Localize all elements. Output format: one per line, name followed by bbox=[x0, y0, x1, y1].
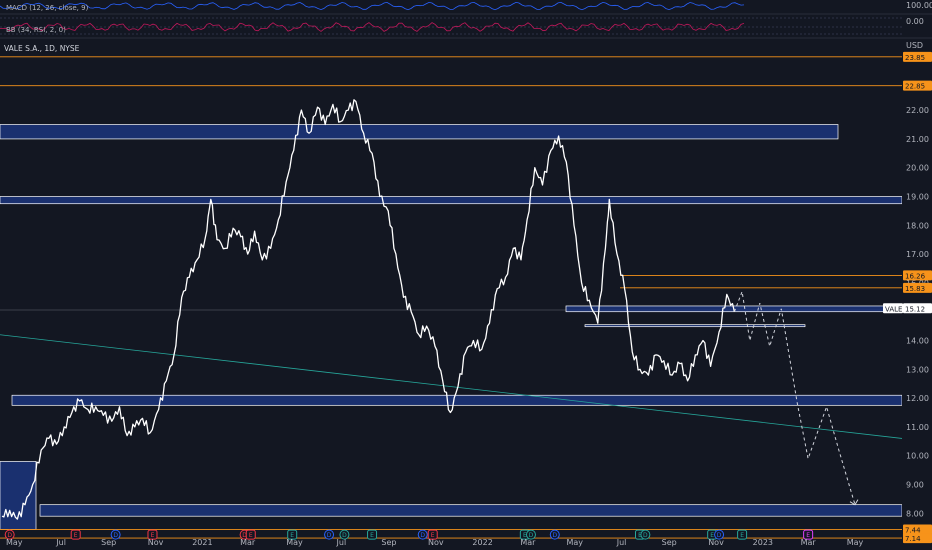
indicator-panes bbox=[0, 0, 932, 311]
price-tick-label: 14.00 bbox=[906, 337, 929, 346]
event-marker-label: D bbox=[327, 532, 332, 539]
time-tick-label: Mar bbox=[801, 538, 817, 547]
time-tick-label: May bbox=[6, 538, 23, 547]
price-tag-label: 15.83 bbox=[905, 285, 925, 293]
time-tick-label: Jul bbox=[616, 538, 627, 547]
price-tick-label: 12.00 bbox=[906, 394, 929, 403]
rsi-legend[interactable]: BB (34, RSI, 2, 0) bbox=[6, 26, 66, 34]
event-marker-label: E bbox=[740, 532, 744, 539]
symbol-tag-label: VALE bbox=[885, 305, 902, 313]
zone-19 bbox=[0, 196, 903, 205]
time-tick-label: Sep bbox=[381, 538, 396, 547]
price-tick-label: 17.00 bbox=[906, 250, 929, 259]
macd-legend[interactable]: MACD (12, 26, close, 9) bbox=[6, 4, 89, 12]
rsi-pane bbox=[0, 15, 902, 37]
time-tick-label: Mar bbox=[240, 538, 256, 547]
zone-8 bbox=[39, 504, 903, 517]
price-tick-label: 11.00 bbox=[906, 423, 929, 432]
time-tick-label: Nov bbox=[708, 538, 724, 547]
event-marker-label: E bbox=[74, 532, 78, 539]
time-tick-label: 2023 bbox=[753, 538, 773, 547]
time-tick-label: May bbox=[286, 538, 303, 547]
price-tick-label: 20.00 bbox=[906, 164, 929, 173]
price-tag-label: 7.14 bbox=[905, 535, 921, 543]
time-tick-label: Jul bbox=[336, 538, 347, 547]
price-tick-label: 22.00 bbox=[906, 106, 929, 115]
time-tick-label: Sep bbox=[101, 538, 116, 547]
price-tick-label: 8.00 bbox=[906, 509, 924, 518]
zone-14-5 bbox=[584, 324, 806, 328]
rsi-top-value: 100.00 bbox=[906, 1, 932, 10]
time-tick-label: Nov bbox=[148, 538, 164, 547]
price-axis-bg bbox=[902, 40, 932, 550]
price-axis[interactable]: 22.0021.0020.0019.0018.0017.0016.0014.00… bbox=[883, 40, 932, 550]
trend-line-path bbox=[0, 334, 903, 439]
macd-zero-value: 0.00 bbox=[906, 17, 924, 26]
time-tick-label: May bbox=[847, 538, 864, 547]
time-tick-label: 2022 bbox=[472, 538, 492, 547]
time-tick-label: Mar bbox=[520, 538, 536, 547]
trend-line bbox=[0, 334, 903, 439]
currency-label: USD bbox=[906, 41, 923, 50]
price-tick-label: 18.00 bbox=[906, 221, 929, 230]
symbol-legend[interactable]: VALE S.A., 1D, NYSE bbox=[4, 44, 80, 53]
time-tick-label: May bbox=[566, 538, 583, 547]
time-tick-label: Nov bbox=[428, 538, 444, 547]
support-resistance-zones bbox=[0, 124, 903, 530]
price-tick-label: 10.00 bbox=[906, 452, 929, 461]
event-marker-label: D bbox=[552, 532, 557, 539]
event-marker-label: D bbox=[420, 532, 425, 539]
price-tag-label: 16.26 bbox=[905, 272, 926, 280]
time-tick-label: Jul bbox=[55, 538, 66, 547]
price-tick-label: 13.00 bbox=[906, 365, 929, 374]
price-tick-label: 21.00 bbox=[906, 135, 929, 144]
event-marker-label: D bbox=[643, 532, 648, 539]
zone-21 bbox=[0, 124, 839, 140]
price-tag-label: 23.85 bbox=[905, 54, 925, 62]
price-tag-label: 22.85 bbox=[905, 83, 925, 91]
price-tick-label: 9.00 bbox=[906, 481, 924, 490]
price-tag-label: 15.12 bbox=[905, 305, 925, 313]
price-tick-label: 19.00 bbox=[906, 193, 929, 202]
time-tick-label: 2021 bbox=[192, 538, 212, 547]
event-marker-label: E bbox=[370, 532, 374, 539]
zone-12 bbox=[11, 394, 903, 406]
time-tick-label: Sep bbox=[662, 538, 677, 547]
time-axis[interactable]: May Jul Sep Nov 2021 Mar May Jul Sep Nov 2022 Mar Ma… bbox=[6, 538, 863, 547]
macd-pane bbox=[0, 0, 902, 14]
chart-canvas[interactable]: DEDEDEEDDEDEEDDEDEDEE 22.0021.0020.0019.… bbox=[0, 0, 932, 550]
